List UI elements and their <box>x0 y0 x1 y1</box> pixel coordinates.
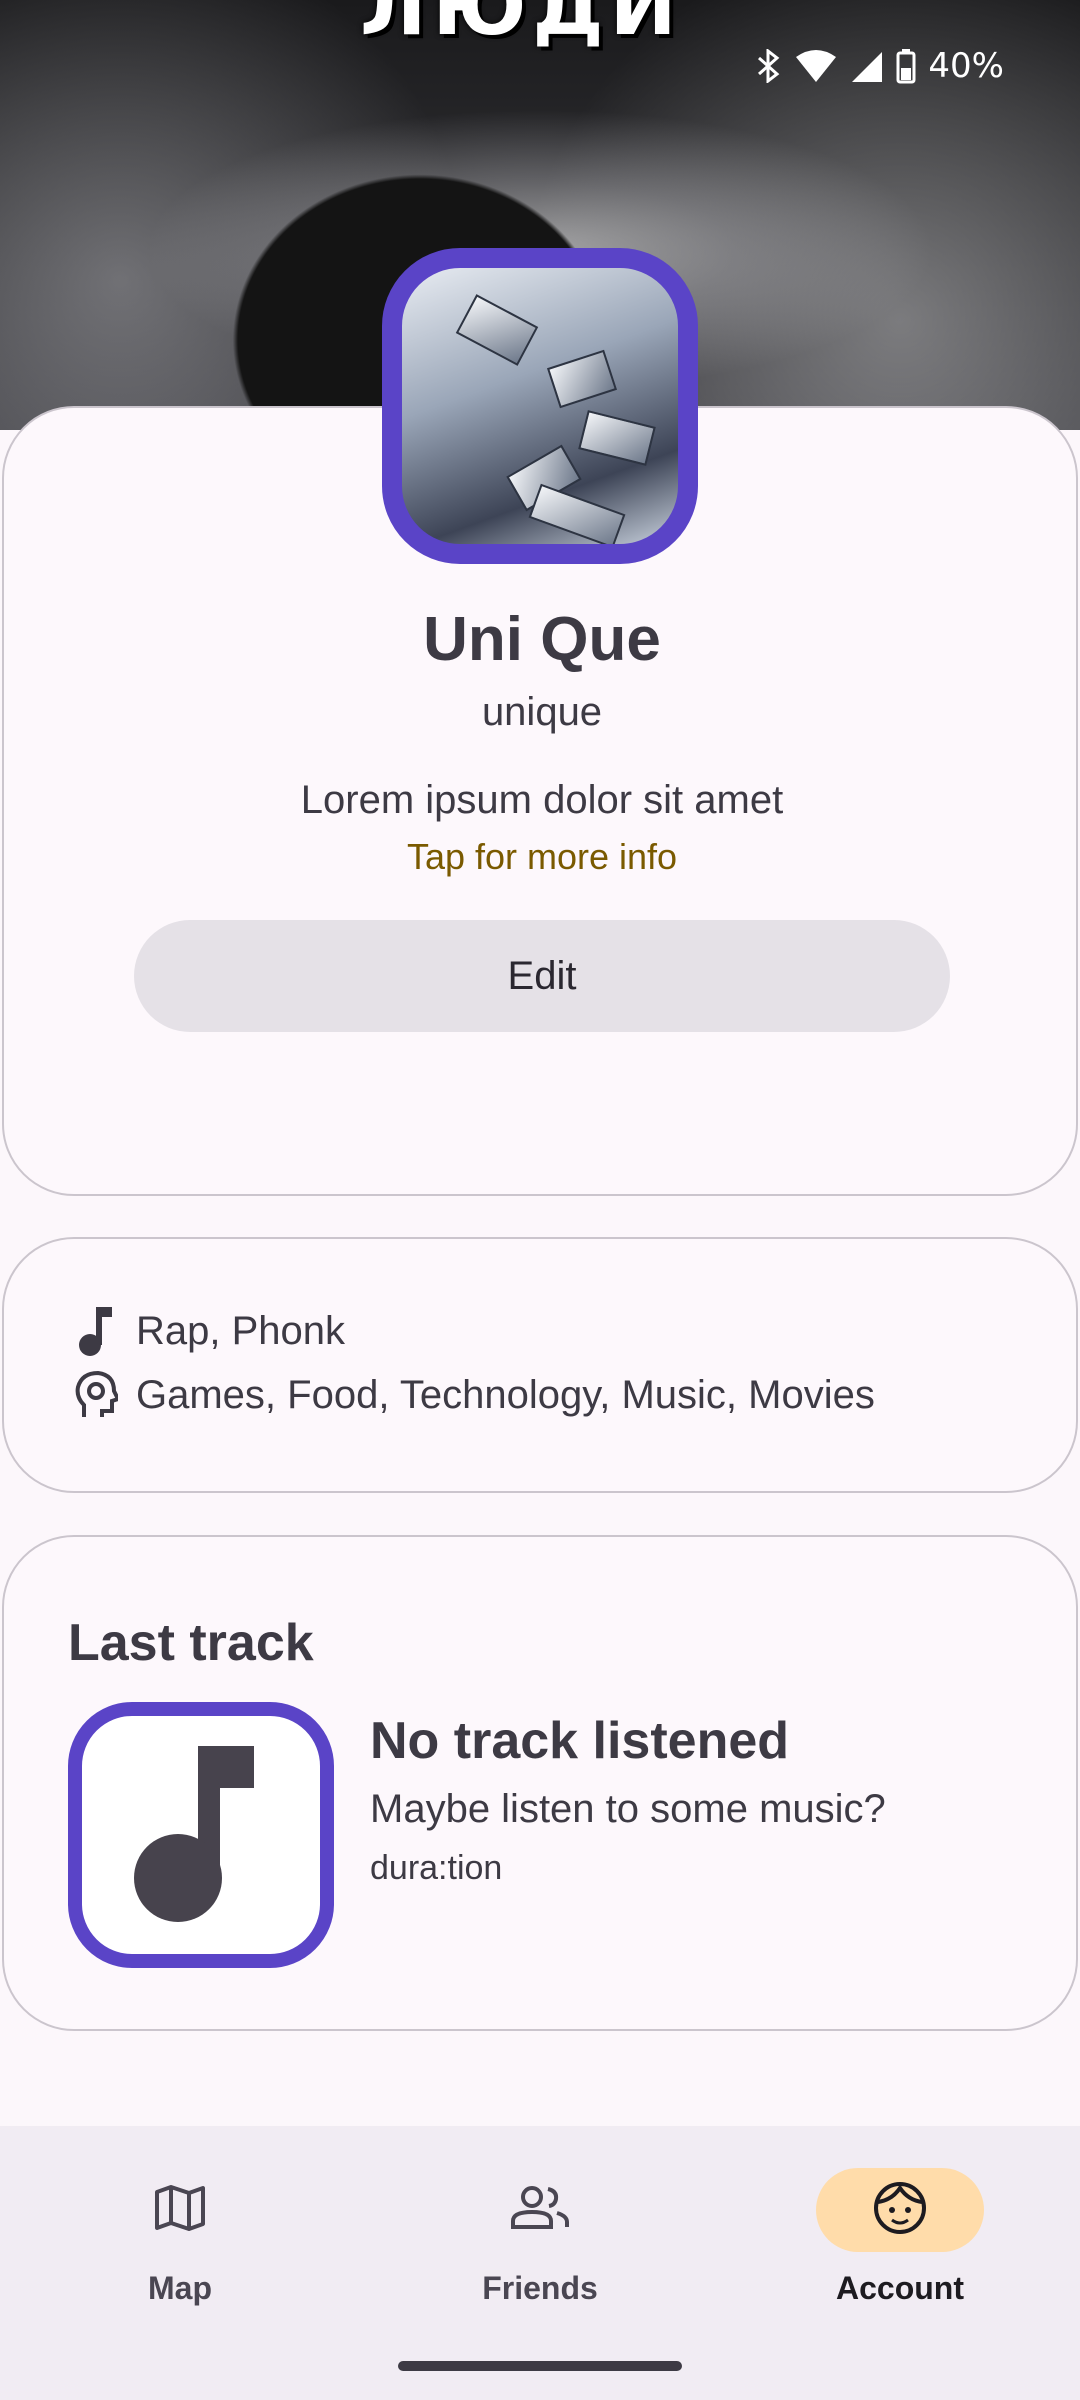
battery-icon <box>896 48 916 84</box>
music-genres: Rap, Phonk <box>136 1308 346 1353</box>
last-track-heading: Last track <box>68 1614 314 1672</box>
last-track-card[interactable]: Last track No track listened Maybe liste… <box>2 1535 1078 2031</box>
hobbies: Games, Food, Technology, Music, Movies <box>136 1372 875 1417</box>
edit-button[interactable]: Edit <box>134 920 950 1032</box>
hobbies-row: Games, Food, Technology, Music, Movies <box>74 1369 875 1421</box>
profile-name: Uni Que <box>423 605 661 674</box>
people-icon <box>510 2185 570 2236</box>
music-genres-row: Rap, Phonk <box>74 1305 345 1357</box>
track-duration: dura:tion <box>370 1849 503 1887</box>
nav-item-friends[interactable]: Friends <box>420 2168 660 2338</box>
profile-username: unique <box>481 690 603 734</box>
psychology-icon <box>74 1369 118 1421</box>
avatar[interactable] <box>382 248 698 564</box>
nav-item-account[interactable]: Account <box>780 2168 1020 2338</box>
interests-card: Rap, Phonk Games, Food, Technology, Musi… <box>2 1237 1078 1493</box>
nav-label-friends: Friends <box>482 2270 598 2306</box>
battery-level: 40% <box>928 46 1004 86</box>
nav-label-map: Map <box>148 2270 212 2306</box>
track-subtitle: Maybe listen to some music? <box>370 1787 886 1831</box>
music-note-icon <box>74 1305 118 1357</box>
bluetooth-icon <box>756 49 782 83</box>
banner-text: ЛЮДИ <box>360 0 683 53</box>
music-note-icon <box>126 1738 276 1933</box>
track-name: No track listened <box>370 1712 790 1770</box>
bottom-navigation: Map Friends Account <box>0 2126 1080 2400</box>
status-bar: 40% <box>756 44 1004 88</box>
face-icon <box>872 2180 928 2241</box>
signal-icon <box>850 49 884 83</box>
profile-bio: Lorem ipsum dolor sit amet <box>300 778 784 822</box>
map-icon <box>154 2184 206 2237</box>
nav-label-account: Account <box>836 2270 964 2306</box>
more-info-link[interactable]: Tap for more info <box>4 836 1080 878</box>
wifi-icon <box>794 49 838 83</box>
nav-item-map[interactable]: Map <box>60 2168 300 2338</box>
home-indicator[interactable] <box>398 2361 682 2371</box>
track-cover <box>68 1702 334 1968</box>
